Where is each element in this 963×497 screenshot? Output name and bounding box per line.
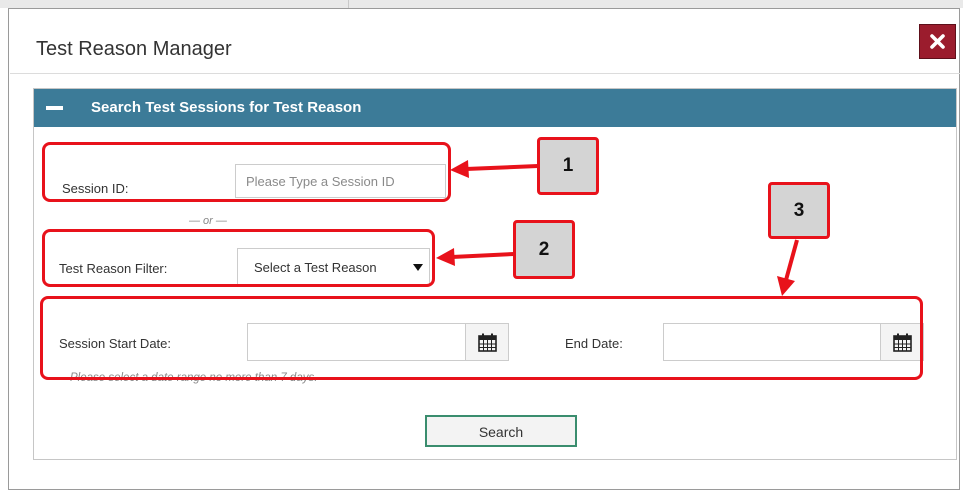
annotation-arrow-3 (777, 239, 799, 296)
annotation-arrows (436, 160, 799, 296)
annotation-arrow-2 (436, 248, 515, 266)
annotation-arrow-1 (450, 160, 539, 178)
